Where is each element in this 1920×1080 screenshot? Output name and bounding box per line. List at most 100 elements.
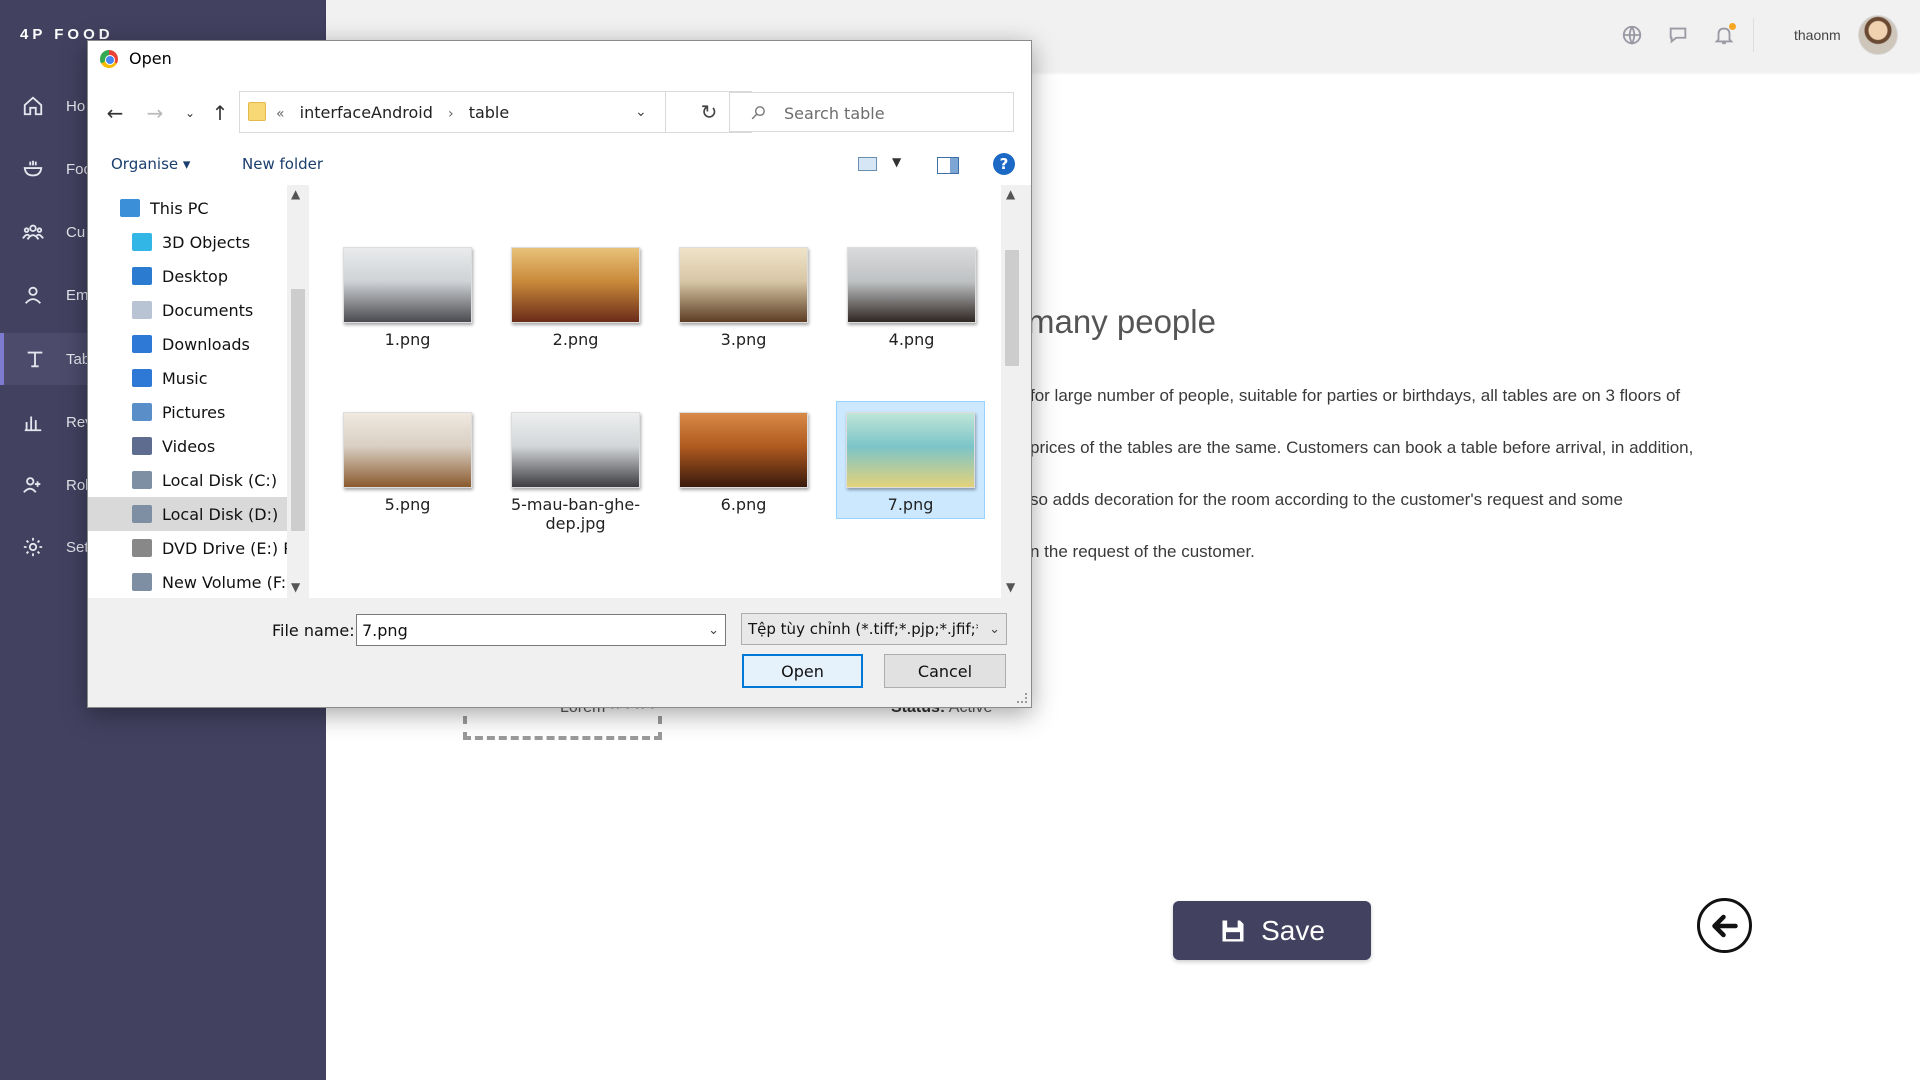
tree-item-local-disk-c[interactable]: Local Disk (C:) xyxy=(88,463,287,497)
help-icon[interactable]: ? xyxy=(993,153,1015,175)
disk-d-icon xyxy=(132,505,152,523)
tree-item-label: Documents xyxy=(162,300,254,320)
table-icon xyxy=(4,348,66,370)
scrollbar-thumb[interactable] xyxy=(1005,250,1019,366)
new-folder-button[interactable]: New folder xyxy=(242,155,323,173)
avatar[interactable] xyxy=(1858,15,1898,55)
scrollbar-thumb[interactable] xyxy=(291,289,305,531)
sidebar-item-label: Rol xyxy=(66,476,89,494)
header-divider xyxy=(1753,18,1754,52)
globe-icon[interactable] xyxy=(1621,24,1643,46)
scroll-up-icon[interactable]: ▲ xyxy=(291,187,300,201)
recent-locations-button[interactable]: ⌄ xyxy=(176,99,204,127)
up-folder-button[interactable]: ↑ xyxy=(206,99,234,127)
open-file-dialog: Open ← → ⌄ ↑ « interfaceAndroid › table … xyxy=(87,40,1032,708)
search-input[interactable]: Search table xyxy=(729,92,1014,132)
image-thumbnail xyxy=(343,412,472,488)
file-name: 2.png xyxy=(552,330,599,349)
dvd-icon xyxy=(132,539,152,557)
role-icon xyxy=(0,474,66,496)
change-view-button[interactable]: ▼ xyxy=(858,155,906,175)
navigation-scrollbar[interactable]: ▲ ▼ xyxy=(287,185,309,598)
file-item[interactable]: 3.png xyxy=(669,247,818,349)
tree-item-desktop[interactable]: Desktop xyxy=(88,259,287,293)
arrow-left-icon xyxy=(1711,914,1738,937)
file-name: 4.png xyxy=(888,330,935,349)
tree-item-music[interactable]: Music xyxy=(88,361,287,395)
file-name: 5.png xyxy=(384,495,431,514)
resize-grip[interactable] xyxy=(1017,693,1027,703)
tree-item-documents[interactable]: Documents xyxy=(88,293,287,327)
username[interactable]: thaonm xyxy=(1794,27,1841,43)
file-item[interactable]: 1.png xyxy=(333,247,482,349)
desktop-icon xyxy=(132,267,152,285)
breadcrumb: « interfaceAndroid › table xyxy=(276,103,519,122)
customers-icon xyxy=(0,221,66,243)
tree-item-new-volume[interactable]: New Volume (F:) xyxy=(88,565,287,598)
tree-item-label: Downloads xyxy=(162,334,250,354)
forward-nav-button[interactable]: → xyxy=(141,99,169,127)
chrome-icon xyxy=(100,50,118,68)
dialog-titlebar[interactable]: Open xyxy=(88,41,1031,74)
breadcrumb-item[interactable]: table xyxy=(469,103,510,122)
tree-item-label: Pictures xyxy=(162,402,226,422)
tree-item-label: Local Disk (C:) xyxy=(162,470,278,490)
file-item[interactable]: 2.png xyxy=(501,247,650,349)
tree-item-this-pc[interactable]: This PC xyxy=(88,191,287,225)
address-bar[interactable]: « interfaceAndroid › table ⌄ ↻ xyxy=(239,91,752,133)
table-description-line: n the request of the customer. xyxy=(1030,542,1255,561)
back-button[interactable] xyxy=(1697,898,1752,953)
file-item[interactable]: 7.png xyxy=(836,401,985,519)
save-icon xyxy=(1222,920,1244,941)
file-item[interactable]: 6.png xyxy=(669,412,818,514)
tree-item-local-disk-d[interactable]: Local Disk (D:) xyxy=(88,497,287,531)
scroll-down-icon[interactable]: ▼ xyxy=(291,580,300,594)
tree-item-downloads[interactable]: Downloads xyxy=(88,327,287,361)
preview-pane-icon[interactable] xyxy=(937,157,959,174)
scroll-down-icon[interactable]: ▼ xyxy=(1006,580,1015,594)
chevron-down-icon[interactable]: ⌄ xyxy=(635,104,647,120)
image-upload-dropzone[interactable] xyxy=(463,716,662,740)
file-name: 1.png xyxy=(384,330,431,349)
sidebar-item-label: Ho xyxy=(66,97,86,115)
cancel-button[interactable]: Cancel xyxy=(884,654,1006,688)
table-title: many people xyxy=(1027,303,1216,340)
file-list-scrollbar[interactable]: ▲ ▼ xyxy=(1001,185,1023,598)
breadcrumb-item[interactable]: interfaceAndroid xyxy=(300,103,433,122)
tree-item-3d-objects[interactable]: 3D Objects xyxy=(88,225,287,259)
tree-item-label: Desktop xyxy=(162,266,228,286)
pictures-icon xyxy=(132,403,152,421)
search-icon xyxy=(751,106,765,120)
save-button[interactable]: Save xyxy=(1173,901,1371,960)
file-item[interactable]: 5-mau-ban-ghe-dep.jpg xyxy=(501,412,650,533)
tree-item-dvd-drive[interactable]: DVD Drive (E:) PF xyxy=(88,531,287,565)
file-name: 6.png xyxy=(720,495,767,514)
file-name-value: 7.png xyxy=(362,621,408,640)
notification-badge xyxy=(1729,23,1736,30)
file-item[interactable]: 4.png xyxy=(837,247,986,349)
refresh-icon: ↻ xyxy=(700,100,718,124)
videos-icon xyxy=(132,437,152,455)
bell-icon[interactable] xyxy=(1713,23,1736,46)
dialog-title: Open xyxy=(129,49,172,68)
chevron-down-icon: ▼ xyxy=(892,155,902,169)
home-icon xyxy=(0,95,66,117)
back-nav-button[interactable]: ← xyxy=(101,99,129,127)
image-thumbnail xyxy=(679,247,808,323)
folder-icon xyxy=(248,102,266,121)
file-name-field[interactable]: 7.png ⌄ xyxy=(356,614,726,646)
tree-item-label: Music xyxy=(162,368,208,388)
tree-item-pictures[interactable]: Pictures xyxy=(88,395,287,429)
open-button[interactable]: Open xyxy=(742,654,863,688)
file-type-select[interactable]: Tệp tùy chỉnh (*.tiff;*.pjp;*.jfif;* ⌄ xyxy=(741,613,1007,645)
breadcrumb-overflow[interactable]: « xyxy=(276,106,285,122)
file-item[interactable]: 5.png xyxy=(333,412,482,514)
chat-icon[interactable] xyxy=(1667,24,1689,46)
table-description-line: so adds decoration for the room accordin… xyxy=(1030,490,1623,509)
scroll-up-icon[interactable]: ▲ xyxy=(1006,187,1015,201)
organise-menu[interactable]: Organise ▾ xyxy=(111,155,190,173)
chevron-down-icon[interactable]: ⌄ xyxy=(708,623,719,638)
file-name-label: File name: xyxy=(272,621,355,640)
sidebar-item-label: Cu xyxy=(66,223,86,241)
tree-item-videos[interactable]: Videos xyxy=(88,429,287,463)
